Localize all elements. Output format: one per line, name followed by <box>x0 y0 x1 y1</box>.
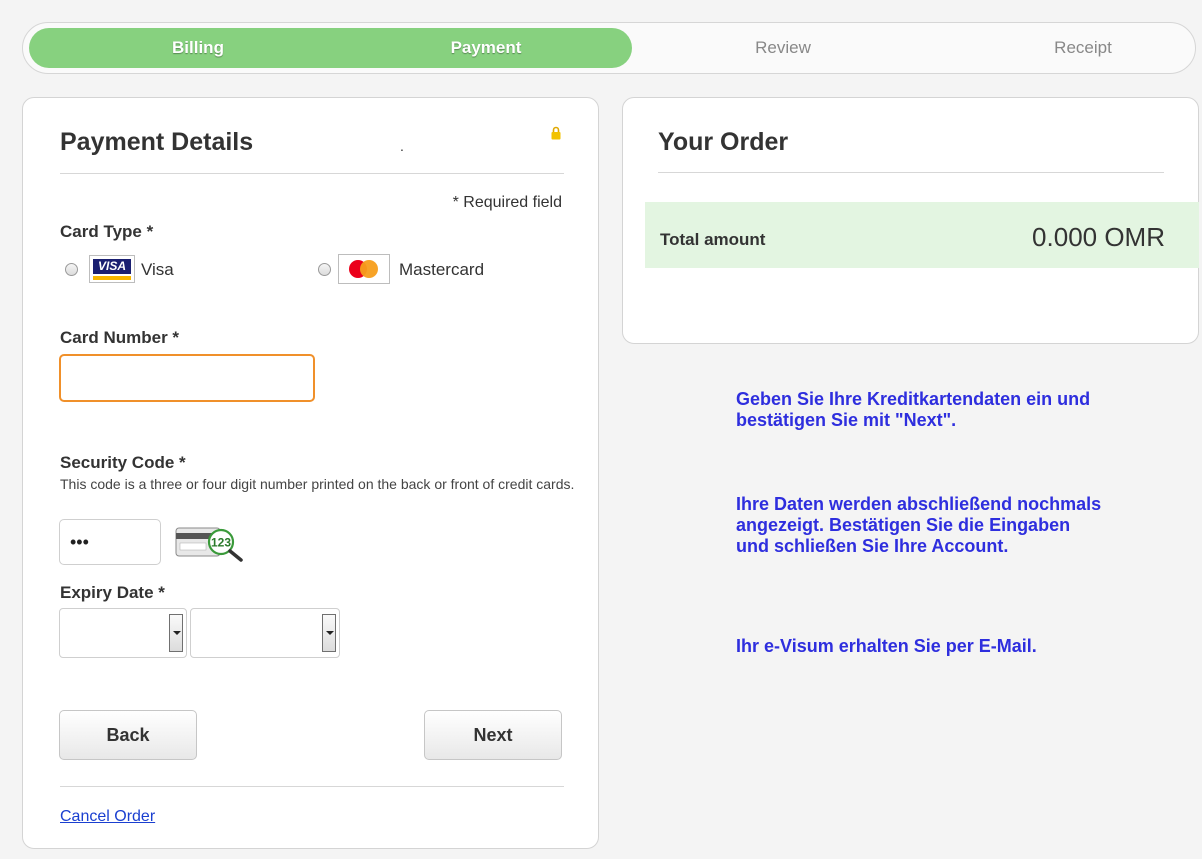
cancel-order-link[interactable]: Cancel Order <box>60 808 155 826</box>
cvv-help-icon: 123 <box>175 527 243 562</box>
expiry-date-label: Expiry Date * <box>60 583 165 602</box>
info-text-confirm: Ihre Daten werden abschließend nochmals … <box>736 494 1102 556</box>
required-field-note: * Required field <box>452 194 562 211</box>
card-type-label: Card Type * <box>60 222 154 241</box>
payment-details-panel: Payment Details . * Required field Card … <box>22 97 599 849</box>
title-marker: . <box>400 138 404 154</box>
card-number-input[interactable] <box>59 354 315 402</box>
your-order-panel: Your Order Total amount 0.000 OMR <box>622 97 1199 344</box>
security-code-help: This code is a three or four digit numbe… <box>60 476 575 492</box>
info-text-evisa: Ihr e-Visum erhalten Sie per E-Mail. <box>736 636 1037 656</box>
visa-label[interactable]: Visa <box>141 260 174 280</box>
security-code-input[interactable] <box>59 519 161 565</box>
visa-logo-text: VISA <box>93 259 131 274</box>
mastercard-label[interactable]: Mastercard <box>399 260 484 280</box>
visa-radio[interactable] <box>65 263 78 276</box>
back-button[interactable]: Back <box>59 710 197 760</box>
total-amount-label: Total amount <box>660 230 766 249</box>
cvv-icon-text: 123 <box>211 536 231 550</box>
mastercard-logo[interactable] <box>338 254 390 284</box>
divider <box>60 173 564 174</box>
lock-icon <box>551 126 561 140</box>
info-text-enter-card: Geben Sie Ihre Kreditkartendaten ein und… <box>736 389 1091 430</box>
security-code-label: Security Code * <box>60 453 186 472</box>
next-button[interactable]: Next <box>424 710 562 760</box>
chevron-down-icon[interactable] <box>322 614 336 652</box>
chevron-down-icon[interactable] <box>169 614 183 652</box>
checkout-progress: Billing Payment Review Receipt <box>22 22 1196 74</box>
expiry-month-select[interactable] <box>59 608 187 658</box>
payment-title: Payment Details <box>60 128 254 156</box>
expiry-year-select[interactable] <box>190 608 340 658</box>
total-amount-value: 0.000 OMR <box>1032 222 1165 252</box>
visa-logo[interactable]: VISA <box>89 255 135 283</box>
step-receipt: Receipt <box>1054 38 1112 57</box>
order-title: Your Order <box>658 128 789 156</box>
step-payment: Payment <box>450 38 522 57</box>
divider <box>60 786 564 787</box>
mastercard-radio[interactable] <box>318 263 331 276</box>
total-amount-row: Total amount 0.000 OMR <box>645 202 1199 268</box>
card-number-label: Card Number * <box>60 328 180 347</box>
step-billing: Billing <box>172 38 224 57</box>
step-review: Review <box>755 38 811 57</box>
divider <box>658 172 1164 173</box>
